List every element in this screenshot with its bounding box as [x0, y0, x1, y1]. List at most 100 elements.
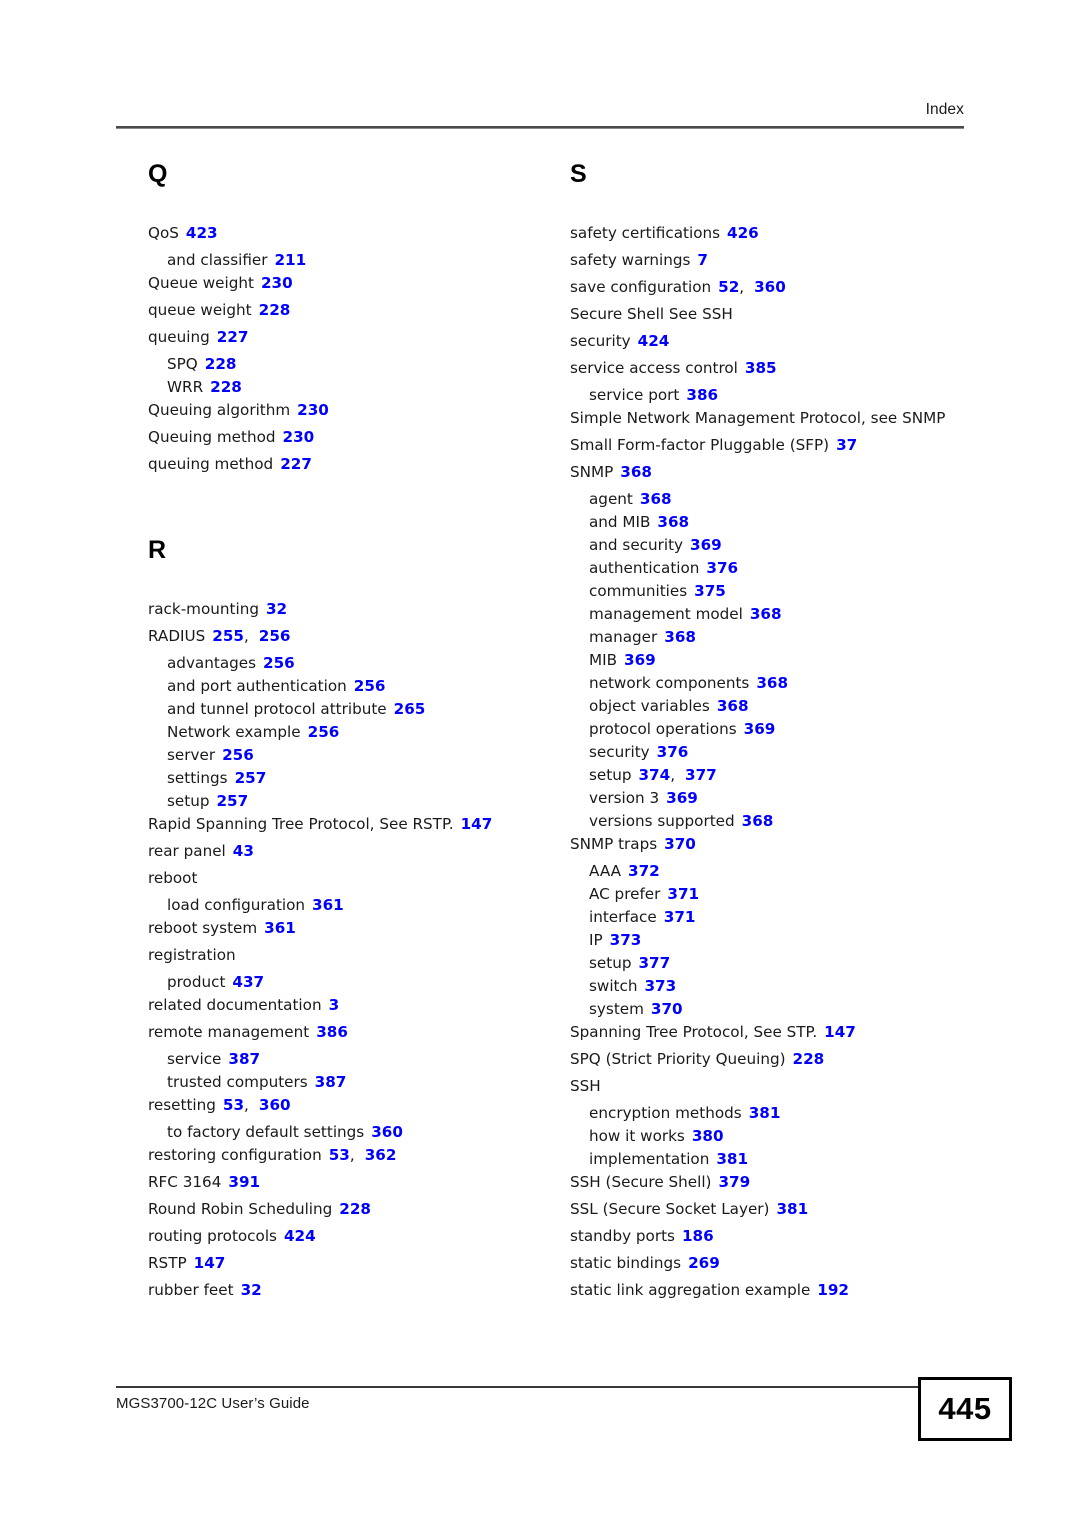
page-reference-link[interactable]: 211: [274, 251, 306, 269]
page-reference-link[interactable]: 257: [235, 769, 267, 787]
page-reference-group: 368: [710, 697, 749, 715]
page-reference-link[interactable]: 369: [624, 651, 656, 669]
page-reference-group: 373: [603, 931, 642, 949]
page-reference-link[interactable]: 375: [694, 582, 726, 600]
page-reference-group: 424: [631, 332, 670, 350]
page-reference-link[interactable]: 360: [371, 1123, 403, 1141]
page-reference-link[interactable]: 228: [210, 378, 242, 396]
page-reference-link[interactable]: 386: [316, 1023, 348, 1041]
page-reference-link[interactable]: 37: [836, 436, 857, 454]
page-reference-link[interactable]: 360: [259, 1096, 291, 1114]
index-entry: version 3 369: [570, 789, 970, 808]
page-reference-link[interactable]: 376: [706, 559, 738, 577]
page-reference-link[interactable]: 381: [776, 1200, 808, 1218]
page-reference-link[interactable]: 369: [666, 789, 698, 807]
page-reference-link[interactable]: 368: [640, 490, 672, 508]
page-reference-link[interactable]: 147: [461, 815, 493, 833]
page-reference-group: 255, 256: [205, 627, 290, 645]
page-reference-link[interactable]: 255: [212, 627, 244, 645]
page-reference-link[interactable]: 256: [259, 627, 291, 645]
page-reference-link[interactable]: 32: [241, 1281, 262, 1299]
page-reference-link[interactable]: 371: [664, 908, 696, 926]
page-reference-link[interactable]: 424: [284, 1227, 316, 1245]
page-reference-link[interactable]: 368: [742, 812, 774, 830]
page-reference-link[interactable]: 386: [686, 386, 718, 404]
page-reference-link[interactable]: 230: [283, 428, 315, 446]
page-reference-link[interactable]: 426: [727, 224, 759, 242]
page-reference-link[interactable]: 437: [232, 973, 264, 991]
page-reference-link[interactable]: 370: [664, 835, 696, 853]
page-reference-link[interactable]: 53: [329, 1146, 350, 1164]
page-reference-link[interactable]: 373: [644, 977, 676, 995]
page-reference-link[interactable]: 228: [339, 1200, 371, 1218]
page-reference-link[interactable]: 368: [657, 513, 689, 531]
page-reference-link[interactable]: 373: [610, 931, 642, 949]
page-reference-link[interactable]: 227: [217, 328, 249, 346]
page-reference-link[interactable]: 265: [394, 700, 426, 718]
index-term: Spanning Tree Protocol, See STP.: [570, 1023, 818, 1041]
page-reference-link[interactable]: 360: [754, 278, 786, 296]
page-reference-link[interactable]: 228: [793, 1050, 825, 1068]
page-reference-link[interactable]: 385: [745, 359, 777, 377]
page-reference-link[interactable]: 269: [688, 1254, 720, 1272]
page-reference-link[interactable]: 186: [682, 1227, 714, 1245]
page-reference-link[interactable]: 369: [744, 720, 776, 738]
page-reference-link[interactable]: 370: [651, 1000, 683, 1018]
page-reference-link[interactable]: 227: [280, 455, 312, 473]
page-reference-link[interactable]: 368: [756, 674, 788, 692]
page-reference-link[interactable]: 368: [717, 697, 749, 715]
page-reference-link[interactable]: 368: [750, 605, 782, 623]
index-term: QoS: [148, 224, 179, 242]
page-reference-link[interactable]: 368: [620, 463, 652, 481]
page-reference-group: 368: [749, 674, 788, 692]
page-reference-link[interactable]: 3: [329, 996, 340, 1014]
page-reference-link[interactable]: 230: [261, 274, 293, 292]
page-reference-link[interactable]: 379: [718, 1173, 750, 1191]
page-reference-link[interactable]: 257: [216, 792, 248, 810]
page-reference-link[interactable]: 374: [638, 766, 670, 784]
index-entry: and classifier 211: [148, 251, 548, 270]
page-reference-link[interactable]: 43: [233, 842, 254, 860]
page-reference-link[interactable]: 192: [817, 1281, 849, 1299]
page-reference-link[interactable]: 230: [297, 401, 329, 419]
index-term: service: [167, 1050, 222, 1068]
index-entry: Rapid Spanning Tree Protocol, See RSTP. 1…: [148, 815, 548, 834]
page-reference-link[interactable]: 7: [697, 251, 708, 269]
page-reference-link[interactable]: 391: [228, 1173, 260, 1191]
page-reference-link[interactable]: 424: [638, 332, 670, 350]
page-reference-link[interactable]: 387: [228, 1050, 260, 1068]
page-reference-link[interactable]: 228: [259, 301, 291, 319]
page-reference-link[interactable]: 423: [186, 224, 218, 242]
page-reference-link[interactable]: 368: [664, 628, 696, 646]
index-term: SSH (Secure Shell): [570, 1173, 712, 1191]
index-term: related documentation: [148, 996, 322, 1014]
page-reference-link[interactable]: 256: [222, 746, 254, 764]
page-reference-link[interactable]: 361: [312, 896, 344, 914]
page-reference-link[interactable]: 256: [354, 677, 386, 695]
page-reference-link[interactable]: 147: [824, 1023, 856, 1041]
page-reference-link[interactable]: 228: [205, 355, 237, 373]
page-reference-link[interactable]: 371: [667, 885, 699, 903]
page-reference-link[interactable]: 53: [223, 1096, 244, 1114]
page-reference-link[interactable]: 380: [692, 1127, 724, 1145]
page-reference-link[interactable]: 381: [716, 1150, 748, 1168]
page-reference-link[interactable]: 256: [308, 723, 340, 741]
page-reference-link[interactable]: 32: [266, 600, 287, 618]
page-reference-link[interactable]: 377: [638, 954, 670, 972]
index-term: resetting: [148, 1096, 216, 1114]
page-reference-link[interactable]: 256: [263, 654, 295, 672]
index-entry: Queuing algorithm 230: [148, 401, 548, 420]
page-reference-link[interactable]: 147: [194, 1254, 226, 1272]
page-reference-link[interactable]: 361: [264, 919, 296, 937]
page-reference-link[interactable]: 376: [657, 743, 689, 761]
page-reference-link[interactable]: 372: [628, 862, 660, 880]
page-reference-link[interactable]: 362: [365, 1146, 397, 1164]
page-reference-link[interactable]: 52: [718, 278, 739, 296]
index-term: management model: [589, 605, 743, 623]
page-reference-link[interactable]: 377: [685, 766, 717, 784]
page-reference-link[interactable]: 387: [315, 1073, 347, 1091]
page-reference-link[interactable]: 369: [690, 536, 722, 554]
page-reference-group: 423: [179, 224, 218, 242]
page-reference-link[interactable]: 381: [749, 1104, 781, 1122]
index-entry: Small Form-factor Pluggable (SFP) 37: [570, 436, 970, 455]
